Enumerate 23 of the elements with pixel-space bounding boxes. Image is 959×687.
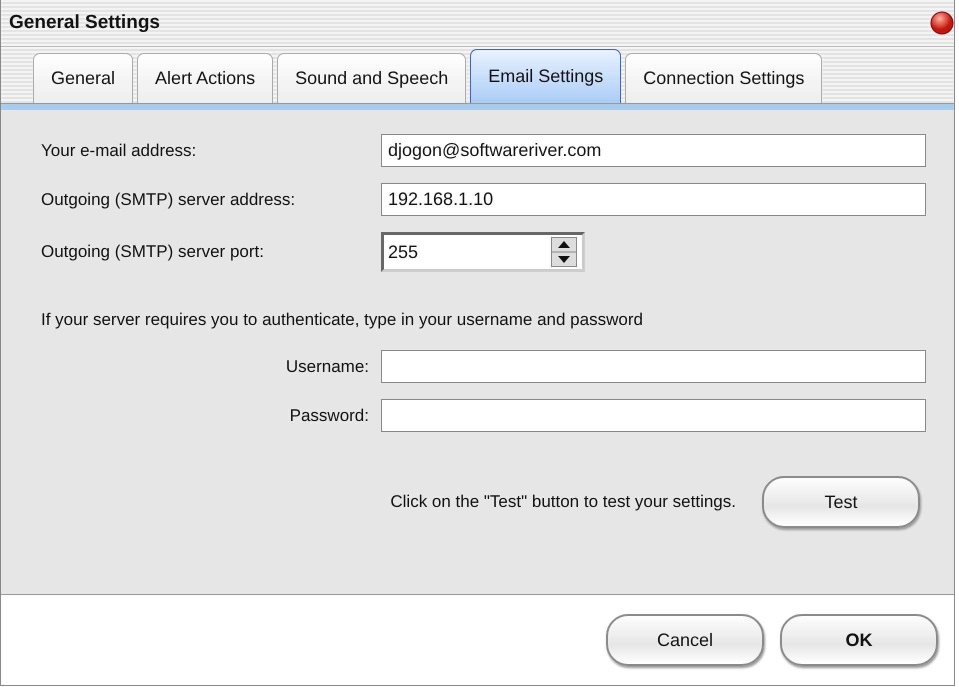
tab[interactable]: Email Settings	[470, 49, 622, 103]
close-icon[interactable]	[930, 11, 954, 35]
field-label: Password:	[288, 406, 369, 426]
test-button[interactable]: Test	[762, 476, 920, 528]
dialog-button[interactable]: Cancel	[606, 614, 764, 666]
field-label: Outgoing (SMTP) server port:	[41, 242, 265, 262]
window-title: General Settings	[9, 12, 160, 34]
input-field[interactable]: djogon@softwareriver.com	[381, 134, 926, 167]
input-field[interactable]	[381, 350, 926, 383]
field-label: Username:	[284, 356, 369, 376]
field-label: Your e-mail address:	[41, 140, 198, 160]
input-field[interactable]	[381, 399, 926, 432]
field-label: Outgoing (SMTP) server address:	[41, 190, 296, 210]
dialog-button[interactable]: OK	[780, 614, 938, 666]
tab[interactable]: Alert Actions	[137, 53, 274, 103]
tab[interactable]: General	[33, 53, 134, 103]
tab[interactable]: Connection Settings	[625, 53, 822, 103]
spinner-field[interactable]: 255	[381, 232, 585, 272]
tab[interactable]: Sound and Speech	[277, 53, 466, 103]
input-field[interactable]: 192.168.1.10	[381, 183, 926, 216]
instruction-text: If your server requires you to authenticate, type in your username and password	[41, 310, 644, 330]
spinner-arrows-icon[interactable]	[551, 237, 577, 267]
instruction-text: Click on the "Test" button to test your settings.	[390, 492, 736, 512]
